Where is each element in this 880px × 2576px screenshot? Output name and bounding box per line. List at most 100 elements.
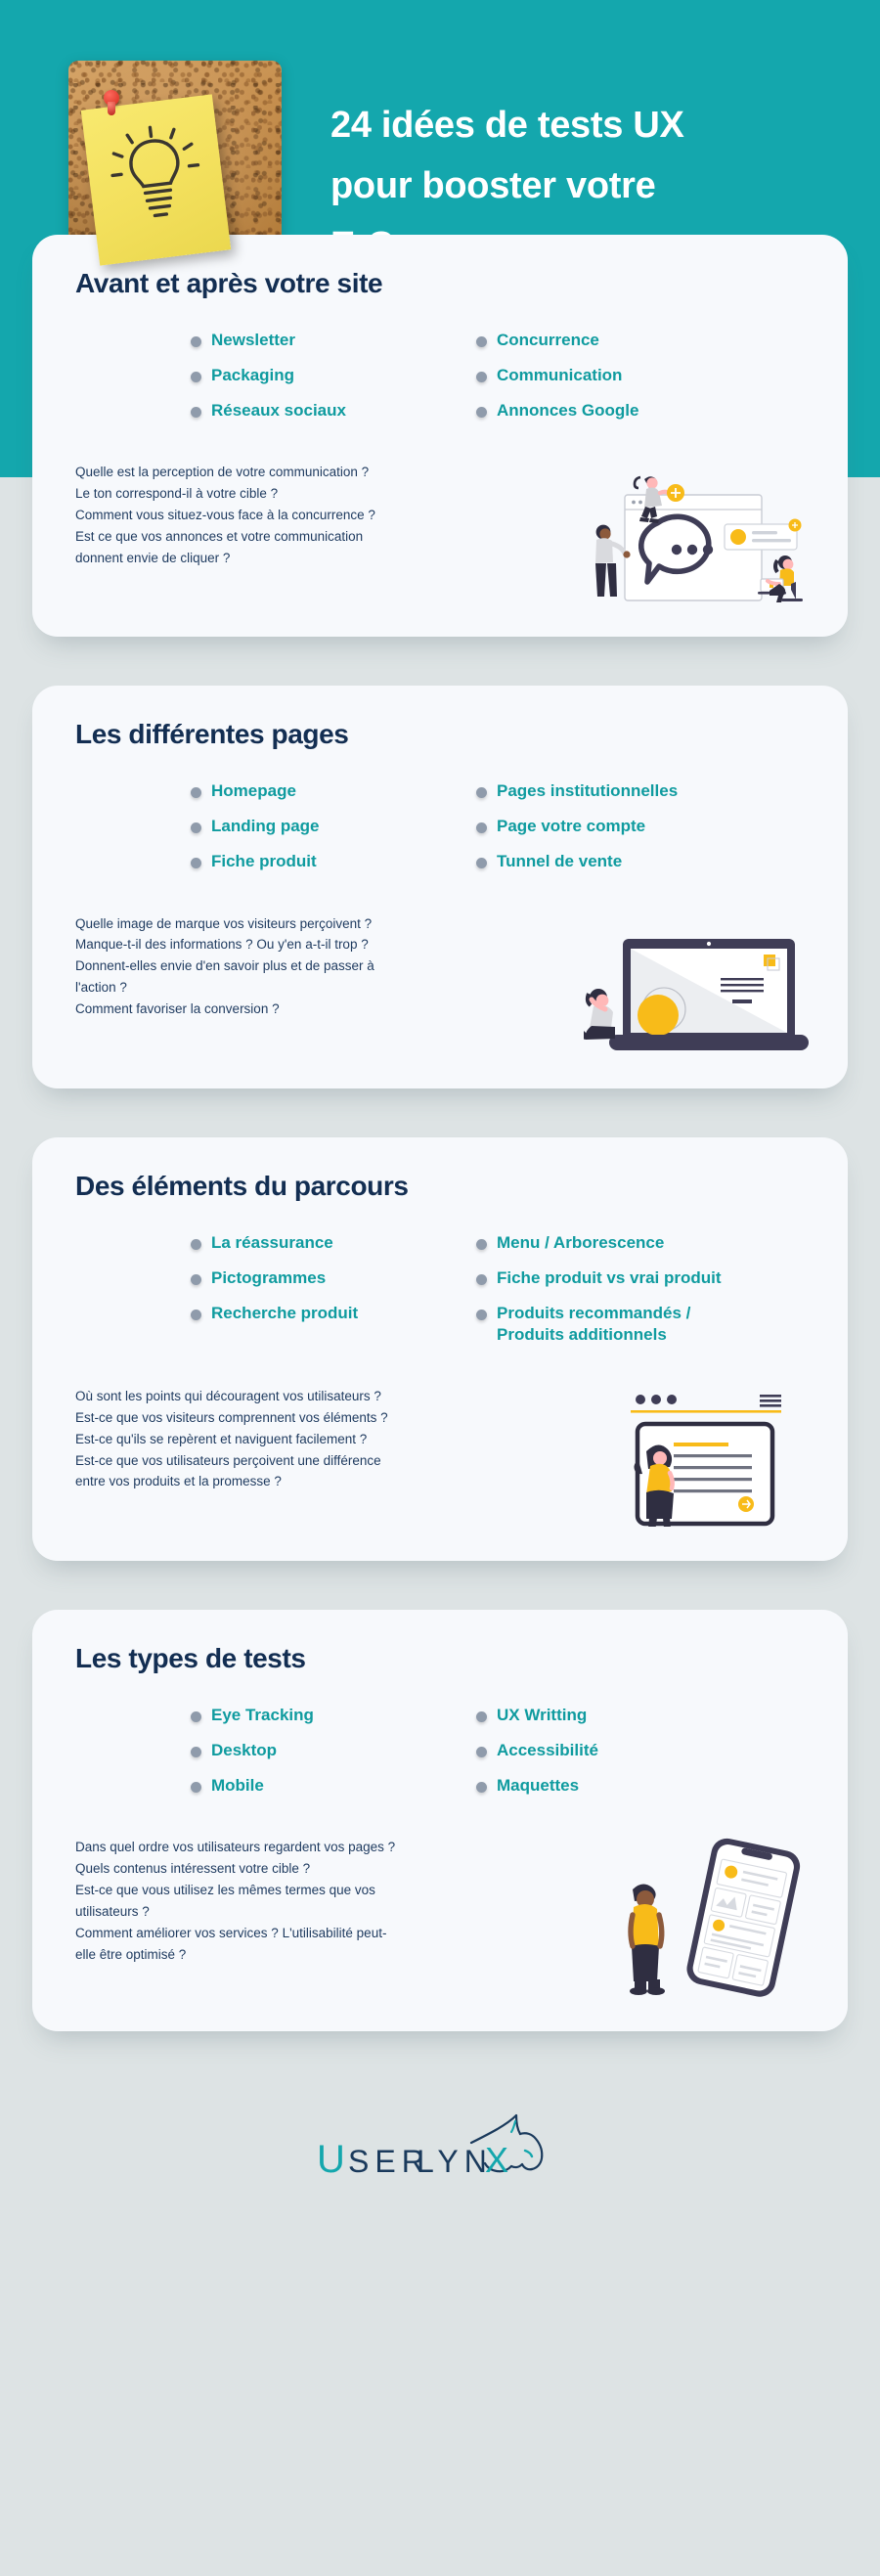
chip-label: Pages institutionnelles: [497, 781, 679, 801]
chip-label: Menu / Arborescence: [497, 1232, 665, 1252]
chip-item[interactable]: Newsletter: [191, 323, 455, 358]
questions-text: Dans quel ordre vos utilisateurs regarde…: [75, 1831, 395, 1965]
chip-item[interactable]: Fiche produit: [191, 844, 455, 879]
bullet-dot-icon: [476, 336, 487, 347]
brand-letter-u: U: [317, 2138, 351, 2181]
chip-label: Communication: [497, 366, 623, 385]
questions-text: Où sont les points qui découragent vos u…: [75, 1380, 388, 1492]
bullet-dot-icon: [476, 822, 487, 834]
illustration-smartphone: [603, 1831, 818, 2002]
bullet-dot-icon: [476, 1747, 487, 1758]
chip-label: Recherche produit: [211, 1303, 359, 1322]
section-body: Dans quel ordre vos utilisateurs regarde…: [32, 1831, 848, 2002]
bullet-dot-icon: [191, 1273, 201, 1285]
chip-column-left: Newsletter Packaging Réseaux sociaux: [191, 323, 455, 428]
sections-container: Avant et après votre site Newsletter Pac…: [0, 235, 880, 2090]
section-title: Les types de tests: [75, 1642, 306, 1673]
chip-item[interactable]: Concurrence: [476, 323, 848, 358]
page-title-line-1: 24 idées de tests UX: [330, 105, 684, 146]
chip-label: Maquettes: [497, 1776, 580, 1796]
questions-paragraph: Quelle est la perception de votre commun…: [75, 465, 375, 565]
chip-label: Annonces Google: [497, 401, 639, 421]
footer: U SER LYN X USERLYNX: [0, 2090, 880, 2237]
section-title: Des éléments du parcours: [75, 1170, 409, 1201]
chip-item[interactable]: Mobile: [191, 1768, 455, 1803]
chip-label: Produits recommandés / Produits addition…: [497, 1303, 691, 1344]
chip-label: Homepage: [211, 781, 296, 801]
chip-column-left: Eye Tracking Desktop Mobile: [191, 1698, 455, 1803]
bullet-dot-icon: [191, 372, 201, 383]
questions-paragraph: Où sont les points qui découragent vos u…: [75, 1388, 388, 1489]
bullet-dot-icon: [476, 1782, 487, 1794]
chip-grid: Homepage Landing page Fiche produit Page…: [32, 774, 848, 879]
bullet-dot-icon: [191, 822, 201, 834]
chip-item[interactable]: Communication: [476, 358, 848, 393]
bullet-dot-icon: [191, 787, 201, 799]
page-title-line-2: pour booster votre: [330, 164, 656, 206]
questions-paragraph: Quelle image de marque vos visiteurs per…: [75, 915, 374, 1016]
chip-label: Landing page: [211, 817, 320, 836]
brand-logo[interactable]: U SER LYN X USERLYNX: [315, 2108, 565, 2192]
chip-column-right: Menu / Arborescence Fiche produit vs vra…: [476, 1225, 848, 1353]
questions-text: Quelle est la perception de votre commun…: [75, 456, 375, 568]
chip-label: Pictogrammes: [211, 1267, 327, 1287]
section-body: Où sont les points qui découragent vos u…: [32, 1380, 848, 1539]
chip-label: Mobile: [211, 1776, 264, 1796]
chip-item[interactable]: Réseaux sociaux: [191, 393, 455, 428]
bullet-dot-icon: [476, 858, 487, 869]
illustration-laptop: [582, 908, 818, 1059]
chip-item[interactable]: Maquettes: [476, 1768, 848, 1803]
section-card-avant-apres: Avant et après votre site Newsletter Pac…: [32, 235, 848, 638]
chip-label: Fiche produit vs vrai produit: [497, 1267, 722, 1287]
chip-item[interactable]: Eye Tracking: [191, 1698, 455, 1733]
illustration-window-reading: [594, 1380, 818, 1539]
lightbulb-icon: [110, 125, 200, 218]
chip-grid: Newsletter Packaging Réseaux sociaux Con…: [32, 323, 848, 428]
section-card-pages: Les différentes pages Homepage Landing p…: [32, 686, 848, 1088]
questions-paragraph: Dans quel ordre vos utilisateurs regarde…: [75, 1840, 396, 1962]
chip-grid: La réassurance Pictogrammes Recherche pr…: [32, 1225, 848, 1353]
chip-item[interactable]: Landing page: [191, 809, 455, 844]
chip-column-left: La réassurance Pictogrammes Recherche pr…: [191, 1225, 455, 1353]
chip-item[interactable]: Menu / Arborescence: [476, 1225, 848, 1261]
bullet-dot-icon: [476, 1710, 487, 1722]
questions-text: Quelle image de marque vos visiteurs per…: [75, 908, 374, 1020]
chip-item[interactable]: Produits recommandés / Produits addition…: [476, 1296, 848, 1353]
chip-item[interactable]: Tunnel de vente: [476, 844, 848, 879]
bullet-dot-icon: [191, 1309, 201, 1320]
bullet-dot-icon: [476, 787, 487, 799]
chip-label: La réassurance: [211, 1232, 333, 1252]
chip-item[interactable]: La réassurance: [191, 1225, 455, 1261]
chip-item[interactable]: Recherche produit: [191, 1296, 455, 1331]
chip-label: Réseaux sociaux: [211, 401, 346, 421]
chip-item[interactable]: Fiche produit vs vrai produit: [476, 1261, 848, 1296]
bullet-dot-icon: [191, 1747, 201, 1758]
chip-column-right: Pages institutionnelles Page votre compt…: [476, 774, 848, 879]
chip-item[interactable]: Accessibilité: [476, 1733, 848, 1768]
chip-column-left: Homepage Landing page Fiche produit: [191, 774, 455, 879]
bullet-dot-icon: [191, 407, 201, 419]
bullet-dot-icon: [476, 1238, 487, 1250]
chip-item[interactable]: Desktop: [191, 1733, 455, 1768]
chip-item[interactable]: Pictogrammes: [191, 1261, 455, 1296]
bullet-dot-icon: [476, 407, 487, 419]
section-title: Les différentes pages: [75, 719, 349, 750]
chip-item[interactable]: UX Writting: [476, 1698, 848, 1733]
bullet-dot-icon: [191, 1238, 201, 1250]
section-body: Quelle image de marque vos visiteurs per…: [32, 908, 848, 1059]
chip-label: Fiche produit: [211, 852, 317, 871]
section-card-types-tests: Les types de tests Eye Tracking Desktop …: [32, 1609, 848, 2032]
chip-label: Eye Tracking: [211, 1705, 314, 1724]
chip-label: Concurrence: [497, 331, 599, 349]
chip-item[interactable]: Page votre compte: [476, 809, 848, 844]
section-card-parcours: Des éléments du parcours La réassurance …: [32, 1136, 848, 1561]
chip-item[interactable]: Pages institutionnelles: [476, 774, 848, 809]
bullet-dot-icon: [476, 372, 487, 383]
chip-label: Newsletter: [211, 331, 295, 349]
chip-item[interactable]: Annonces Google: [476, 393, 848, 428]
chip-label: UX Writting: [497, 1705, 588, 1724]
chip-item[interactable]: Homepage: [191, 774, 455, 809]
pushpin-icon: [104, 90, 119, 115]
chip-item[interactable]: Packaging: [191, 358, 455, 393]
chip-label: Tunnel de vente: [497, 852, 623, 871]
